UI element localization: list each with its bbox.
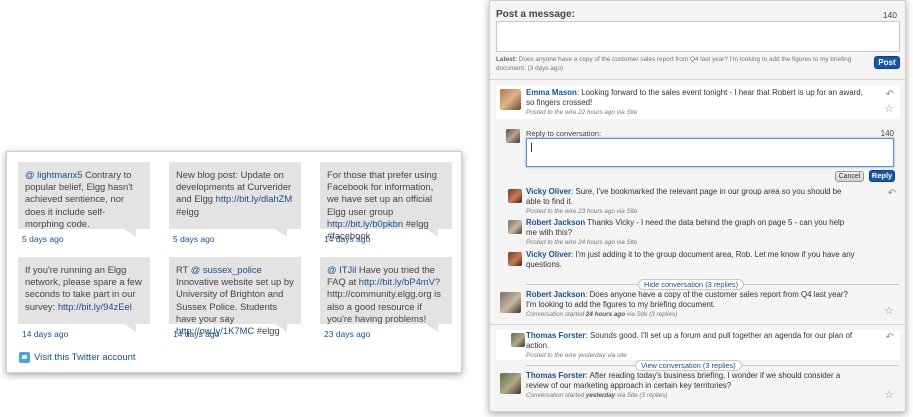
tweet-text: For those that prefer using Facebook for… [327,169,437,217]
post-meta: Posted to the wire 24 hours ago via Site [526,239,638,246]
tweet-bubble: New blog post: Update on developments at… [169,162,301,237]
meta-suffix: via Site (3 replies) [625,311,678,318]
tweet-bubble: @ lightmanx5 Contrary to popular belief,… [18,162,150,237]
tweet-mention[interactable]: @ ITJil [327,264,356,275]
reply-char-count: 140 [880,129,894,138]
post-meta: Posted to the wire yesterday via site [526,352,627,359]
tweet-text: Innovative website set up by University … [176,276,294,324]
latest-post: Latest: Does anyone have a copy of the c… [496,56,866,73]
wire-post-body: Robert Jackson: Does anyone have a copy … [526,290,856,319]
tweet-rt-label: RT [176,264,191,275]
avatar[interactable] [508,252,522,266]
text-caret [531,143,532,152]
wire-post-thomas-1: Thomas Forster: Sounds good. I'll set up… [496,330,900,360]
reply-body: Vicky Oliver: I'm just adding it to the … [526,250,856,270]
tweet-mention[interactable]: @ lightmanx5 [25,169,82,180]
star-icon[interactable]: ☆ [884,306,894,317]
avatar[interactable] [508,220,522,234]
latest-time: (3 days ago) [525,64,564,72]
tweet-text-after: http://community.elgg.org is also a good… [327,288,441,324]
tweet-bubble: RT @ sussex_police Innovative website se… [169,257,301,336]
tweet-mention[interactable]: @ sussex_police [191,264,262,275]
meta-prefix: Conversation started [526,392,586,399]
avatar[interactable] [500,89,521,110]
thread-reply-1: Vicky Oliver: Sure, I've bookmarked the … [506,187,896,217]
post-meta: Conversation started 24 hours ago via Si… [526,311,856,319]
tweet-link[interactable]: http://bit.ly/b0pkbn [327,218,403,229]
post-message-title: Post a message: [496,9,575,20]
thread-reply-3: Vicky Oliver: I'm just adding it to the … [506,250,896,280]
star-icon[interactable]: ☆ [884,104,894,115]
meta-time: yesterday [585,392,616,399]
twitter-widget: @ lightmanx5 Contrary to popular belief,… [6,151,462,373]
tweet-5: RT @ sussex_police Innovative website se… [169,257,301,339]
tweet-6: @ ITJil Have you tried the FAQ at http:/… [320,257,452,339]
author-name[interactable]: Thomas Forster [526,371,586,380]
wire-post-body: Emma Mason: Looking forward to the sales… [526,88,866,117]
tweet-4: If you're running an Elgg network, pleas… [18,257,150,339]
author-name[interactable]: Vicky Oliver [526,250,571,259]
reply-body: Vicky Oliver: Sure, I've bookmarked the … [526,187,856,216]
author-name[interactable]: Robert Jackson [526,218,585,227]
meta-suffix: via Site (3 replies) [615,392,668,399]
wire-post-body: Thomas Forster: Sounds good. I'll set up… [526,331,866,360]
tweet-link[interactable]: http://bit.ly/bP4mV? [359,276,440,287]
tweet-text-after: #elgg [176,205,199,217]
post-text: : I'm just adding it to the group docume… [526,250,855,269]
post-text: : Sure, I've bookmarked the relevant pag… [526,187,842,206]
latest-label: Latest: [496,56,517,63]
tweet-text-after: #elgg [254,325,280,337]
reply-arrow-icon[interactable]: ↶ [888,189,896,199]
wire-post-thomas-2: Thomas Forster: After reading today's bu… [496,370,900,404]
wire-post-emma: Emma Mason: Looking forward to the sales… [496,85,900,119]
author-name[interactable]: Emma Mason [526,88,577,97]
tweet-bubble: For those that prefer using Facebook for… [320,162,452,241]
visit-twitter-label: Visit this Twitter account [34,352,136,363]
author-name[interactable]: Robert Jackson [526,290,585,299]
cancel-button[interactable]: Cancel [835,171,864,182]
tweet-link[interactable]: http://ow.ly/1K7MC [176,325,254,336]
reply-button[interactable]: Reply [869,170,895,182]
wire-post-body: Thomas Forster: After reading today's bu… [526,371,856,400]
reply-input[interactable] [526,138,894,167]
wire-post-robert: Robert Jackson: Does anyone have a copy … [496,289,900,319]
avatar[interactable] [500,373,521,394]
my-avatar [506,129,520,143]
tweet-bubble: If you're running an Elgg network, pleas… [18,257,150,332]
tweet-bubble: @ ITJil Have you tried the FAQ at http:/… [320,257,452,332]
avatar[interactable] [500,292,521,313]
post-char-count: 140 [882,10,897,20]
reply-label: Reply to conversation: [526,129,602,138]
post-button[interactable]: Post [874,56,900,69]
author-name[interactable]: Thomas Forster [526,331,586,340]
divider [490,79,905,80]
reply-arrow-icon[interactable]: ↶ [886,90,894,100]
wire-widget: Post a message: 140 Latest: Does anyone … [489,0,906,412]
tweet-2: New blog post: Update on developments at… [169,162,301,244]
twitter-bird-icon [19,352,30,363]
star-icon[interactable]: ☆ [884,390,894,401]
tweet-link[interactable]: http://bit.ly/94zEel [58,301,132,312]
tweet-link[interactable]: http://bit.ly/dlahZM [216,193,293,204]
author-name[interactable]: Vicky Oliver [526,187,571,196]
post-message-input[interactable] [496,21,900,52]
post-meta: Posted to the wire 22 hours ago via Site [526,109,638,116]
reply-arrow-icon[interactable]: ↶ [886,333,894,343]
reply-body: Robert Jackson Thanks Vicky - I need the… [526,218,856,247]
post-meta: Posted to the wire 23 hours ago via Site [526,208,638,215]
post-text: : Looking forward to the sales event ton… [526,88,863,107]
divider [490,324,905,325]
visit-twitter-link[interactable]: Visit this Twitter account [19,352,136,363]
post-meta: Conversation started yesterday via Site … [526,392,856,400]
thread-reply-2: Robert Jackson Thanks Vicky - I need the… [506,218,896,248]
avatar[interactable] [511,333,525,347]
tweet-1: @ lightmanx5 Contrary to popular belief,… [18,162,150,244]
avatar[interactable] [508,189,522,203]
meta-prefix: Conversation started [526,311,586,318]
tweet-3: For those that prefer using Facebook for… [320,162,452,244]
meta-time: 24 hours ago [585,311,626,318]
